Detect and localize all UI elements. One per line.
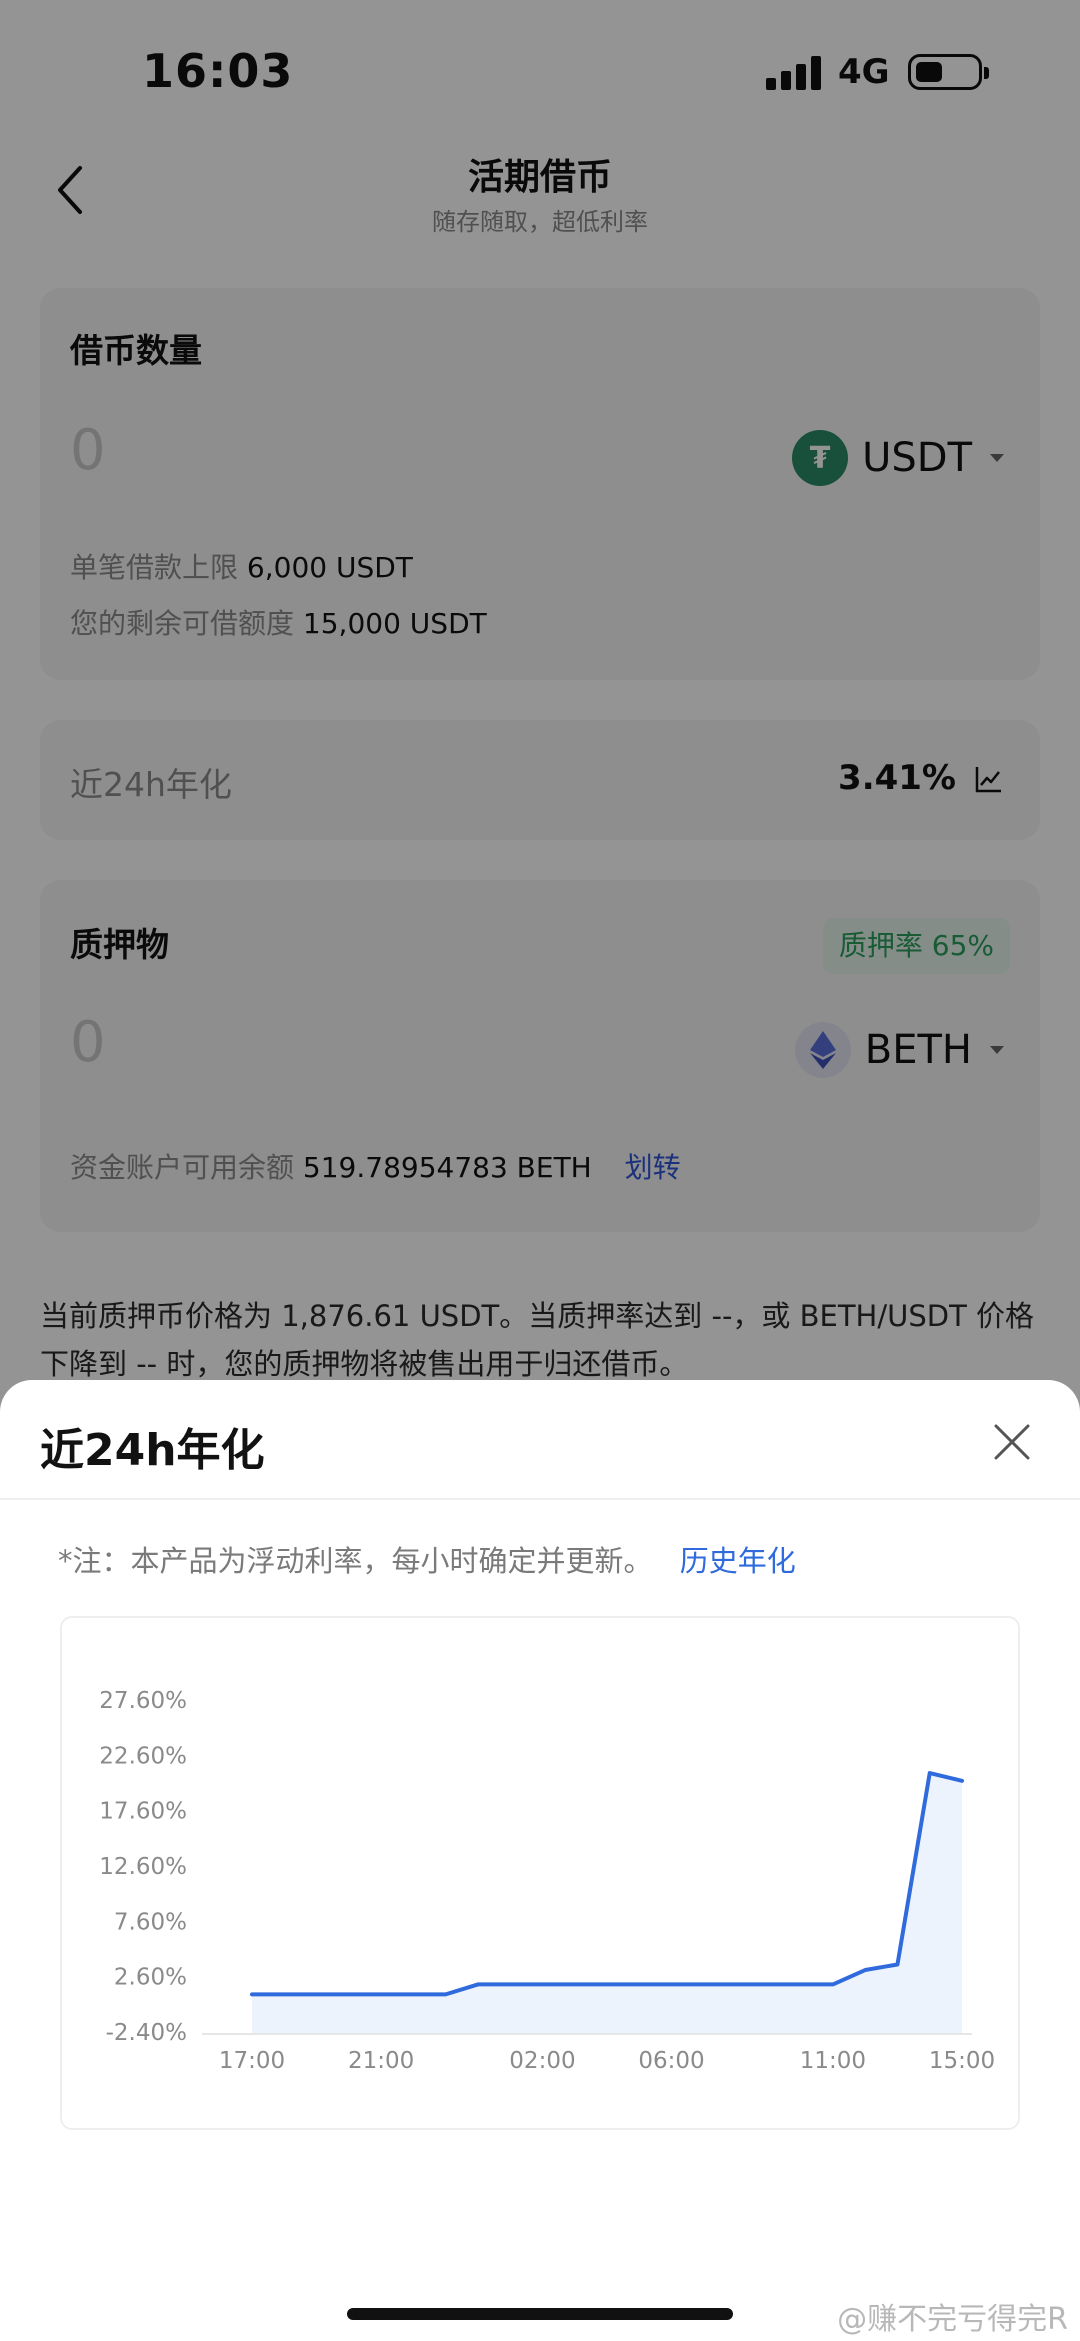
y-tick-label: 12.60% bbox=[99, 1854, 187, 1880]
sheet-divider bbox=[0, 1498, 1080, 1500]
sheet-note: *注：本产品为浮动利率，每小时确定并更新。 历史年化 bbox=[58, 1538, 796, 1580]
y-tick-label: -2.40% bbox=[106, 2020, 187, 2046]
history-rate-link[interactable]: 历史年化 bbox=[680, 1544, 796, 1578]
x-tick-label: 15:00 bbox=[929, 2048, 995, 2074]
rate-history-sheet: 近24h年化 *注：本产品为浮动利率，每小时确定并更新。 历史年化 27.60%… bbox=[0, 1380, 1080, 2341]
series-line bbox=[250, 1771, 964, 1997]
y-tick-label: 22.60% bbox=[99, 1743, 187, 1769]
y-tick-label: 17.60% bbox=[99, 1799, 187, 1825]
sheet-note-text: *注：本产品为浮动利率，每小时确定并更新。 bbox=[58, 1544, 653, 1578]
x-tick-label: 17:00 bbox=[219, 2048, 285, 2074]
close-icon[interactable] bbox=[988, 1418, 1036, 1466]
y-tick-label: 2.60% bbox=[114, 1965, 187, 1991]
y-tick-label: 27.60% bbox=[99, 1688, 187, 1714]
y-tick-label: 7.60% bbox=[114, 1909, 187, 1935]
rate-chart: 27.60% 22.60% 17.60% 12.60% 7.60% 2.60% -2.40%… bbox=[60, 1616, 1020, 2130]
x-tick-label: 02:00 bbox=[509, 2048, 575, 2074]
x-tick-label: 21:00 bbox=[348, 2048, 414, 2074]
x-tick-label: 06:00 bbox=[638, 2048, 704, 2074]
home-indicator[interactable] bbox=[347, 2308, 733, 2320]
watermark: @赚不完亏得完R bbox=[837, 2302, 1068, 2337]
rate-chart-svg: 27.60% 22.60% 17.60% 12.60% 7.60% 2.60% -2.40%… bbox=[99, 1688, 995, 2074]
sheet-title: 近24h年化 bbox=[40, 1425, 265, 1476]
x-tick-label: 11:00 bbox=[800, 2048, 866, 2074]
